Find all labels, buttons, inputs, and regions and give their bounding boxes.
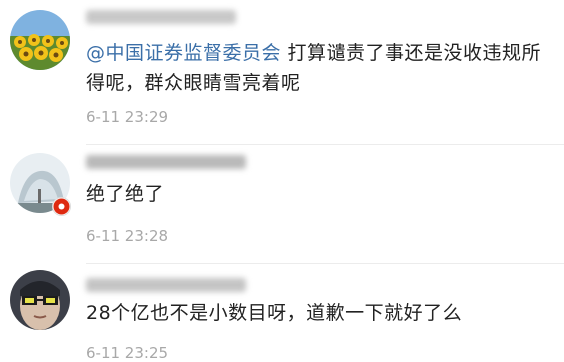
comment-time: 6-11 23:28 [86, 227, 169, 245]
username-redacted[interactable] [86, 10, 236, 24]
username-redacted[interactable] [86, 278, 246, 292]
mention-link[interactable]: @中国证券监督委员会 [86, 42, 281, 64]
username-redacted[interactable] [86, 155, 246, 169]
comment-text: 28个亿也不是小数目呀，道歉一下就好了么 [86, 302, 463, 324]
hk-flag-badge [52, 197, 71, 216]
comment-text: 绝了绝了 [86, 183, 165, 205]
comment-item-3[interactable]: 28个亿也不是小数目呀，道歉一下就好了么 6-11 23:25 [0, 264, 564, 362]
glasses-person-avatar[interactable] [10, 270, 70, 330]
comment-item-1[interactable]: @中国证券监督委员会 打算谴责了事还是没收违规所得呢，群众眼睛雪亮着呢 6-11… [0, 0, 564, 145]
comment-text: @中国证券监督委员会 打算谴责了事还是没收违规所得呢，群众眼睛雪亮着呢 [86, 42, 542, 94]
comment-time: 6-11 23:25 [86, 344, 169, 362]
sunflower-avatar[interactable] [10, 10, 70, 70]
comment-item-2[interactable]: 绝了绝了 6-11 23:28 [0, 145, 564, 265]
comment-time: 6-11 23:29 [86, 108, 169, 126]
